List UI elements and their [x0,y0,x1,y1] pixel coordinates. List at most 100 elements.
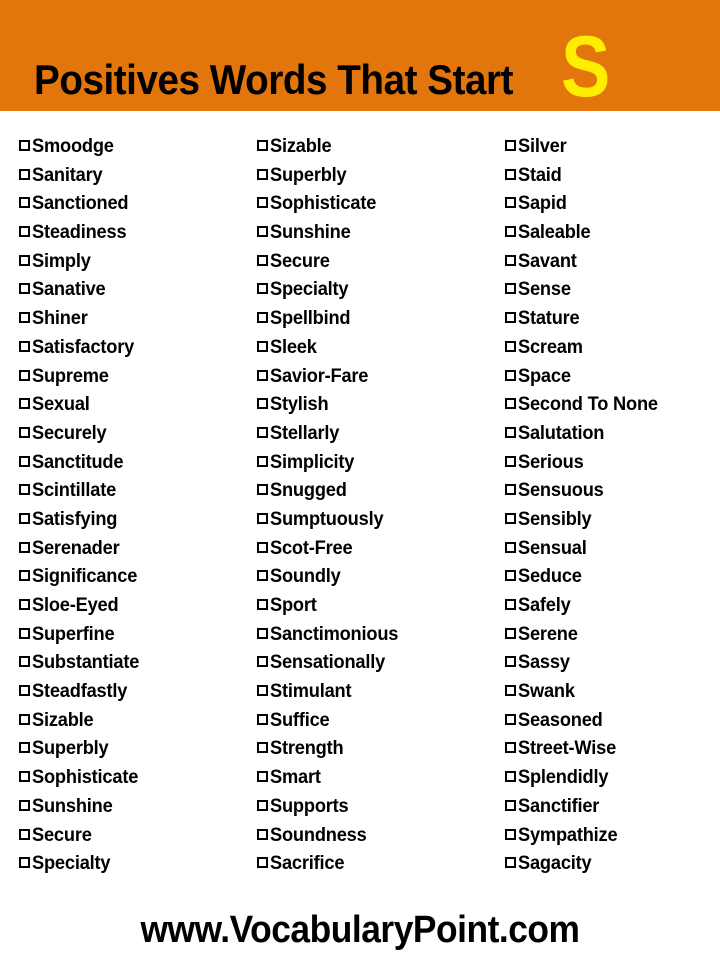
empty-checkbox-icon[interactable] [505,742,516,754]
word-list-item[interactable]: Sagacity [505,850,720,879]
empty-checkbox-icon[interactable] [257,455,268,467]
empty-checkbox-icon[interactable] [257,512,268,524]
word-list-item[interactable]: Sensationally [257,649,495,678]
empty-checkbox-icon[interactable] [505,398,516,410]
empty-checkbox-icon[interactable] [19,771,30,783]
empty-checkbox-icon[interactable] [19,140,30,151]
empty-checkbox-icon[interactable] [257,197,268,209]
word-list-item[interactable]: Splendidly [505,764,720,793]
empty-checkbox-icon[interactable] [19,455,30,467]
word-list-item[interactable]: Serious [505,449,720,478]
empty-checkbox-icon[interactable] [505,512,516,524]
empty-checkbox-icon[interactable] [19,254,30,266]
empty-checkbox-icon[interactable] [257,484,268,496]
empty-checkbox-icon[interactable] [19,168,30,180]
empty-checkbox-icon[interactable] [505,541,516,553]
word-list-item[interactable]: Smart [257,764,495,793]
empty-checkbox-icon[interactable] [19,799,30,811]
empty-checkbox-icon[interactable] [19,599,30,610]
empty-checkbox-icon[interactable] [257,857,268,869]
word-list-item[interactable]: Stature [505,305,720,334]
word-list-item[interactable]: Sensibly [505,506,720,535]
word-list-item[interactable]: Shiner [19,305,250,334]
empty-checkbox-icon[interactable] [257,541,268,553]
word-list-item[interactable]: Steadfastly [19,678,250,707]
empty-checkbox-icon[interactable] [505,455,516,467]
empty-checkbox-icon[interactable] [19,512,30,524]
empty-checkbox-icon[interactable] [257,398,268,410]
word-list-item[interactable]: Sanitary [19,162,250,191]
empty-checkbox-icon[interactable] [19,857,30,869]
empty-checkbox-icon[interactable] [257,312,268,324]
empty-checkbox-icon[interactable] [505,713,516,725]
word-list-item[interactable]: Soundly [257,563,495,592]
empty-checkbox-icon[interactable] [257,340,268,352]
word-list-item[interactable]: Street-Wise [505,735,720,764]
empty-checkbox-icon[interactable] [19,742,30,754]
word-list-item[interactable]: Salutation [505,420,720,449]
word-list-item[interactable]: Space [505,363,720,392]
empty-checkbox-icon[interactable] [19,312,30,324]
word-list-item[interactable]: Sunshine [19,793,250,822]
word-list-item[interactable]: Seasoned [505,707,720,736]
empty-checkbox-icon[interactable] [505,627,516,639]
empty-checkbox-icon[interactable] [257,599,268,610]
word-list-item[interactable]: Safely [505,592,720,621]
word-list-item[interactable]: Sapid [505,190,720,219]
word-list-item[interactable]: Savant [505,248,720,277]
empty-checkbox-icon[interactable] [19,197,30,209]
word-list-item[interactable]: Superbly [19,735,250,764]
word-list-item[interactable]: Secure [19,822,250,851]
word-list-item[interactable]: Sleek [257,334,495,363]
word-list-item[interactable]: Steadiness [19,219,250,248]
empty-checkbox-icon[interactable] [257,168,268,180]
empty-checkbox-icon[interactable] [257,685,268,697]
word-list-item[interactable]: Sloe-Eyed [19,592,250,621]
empty-checkbox-icon[interactable] [505,857,516,869]
empty-checkbox-icon[interactable] [505,828,516,840]
word-list-item[interactable]: Sacrifice [257,850,495,879]
empty-checkbox-icon[interactable] [19,426,30,438]
word-list-item[interactable]: Scream [505,334,720,363]
word-list-item[interactable]: Securely [19,420,250,449]
empty-checkbox-icon[interactable] [505,140,516,151]
empty-checkbox-icon[interactable] [257,226,268,238]
word-list-item[interactable]: Superbly [257,162,495,191]
empty-checkbox-icon[interactable] [257,369,268,381]
word-list-item[interactable]: Sophisticate [257,190,495,219]
word-list-item[interactable]: Simplicity [257,449,495,478]
empty-checkbox-icon[interactable] [505,685,516,697]
empty-checkbox-icon[interactable] [257,627,268,639]
word-list-item[interactable]: Substantiate [19,649,250,678]
word-list-item[interactable]: Snugged [257,477,495,506]
empty-checkbox-icon[interactable] [257,570,268,582]
empty-checkbox-icon[interactable] [505,168,516,180]
empty-checkbox-icon[interactable] [505,799,516,811]
word-list-item[interactable]: Sanctifier [505,793,720,822]
word-list-item[interactable]: Saleable [505,219,720,248]
word-list-item[interactable]: Sanctioned [19,190,250,219]
word-list-item[interactable]: Sense [505,276,720,305]
empty-checkbox-icon[interactable] [505,197,516,209]
word-list-item[interactable]: Second To None [505,391,720,420]
word-list-item[interactable]: Superfine [19,621,250,650]
empty-checkbox-icon[interactable] [505,226,516,238]
empty-checkbox-icon[interactable] [257,254,268,266]
word-list-item[interactable]: Silver [505,133,720,162]
empty-checkbox-icon[interactable] [505,771,516,783]
empty-checkbox-icon[interactable] [257,283,268,295]
word-list-item[interactable]: Serene [505,621,720,650]
word-list-item[interactable]: Supports [257,793,495,822]
empty-checkbox-icon[interactable] [19,570,30,582]
empty-checkbox-icon[interactable] [257,713,268,725]
word-list-item[interactable]: Seduce [505,563,720,592]
word-list-item[interactable]: Suffice [257,707,495,736]
empty-checkbox-icon[interactable] [19,656,30,668]
word-list-item[interactable]: Strength [257,735,495,764]
empty-checkbox-icon[interactable] [257,656,268,668]
word-list-item[interactable]: Sanctimonious [257,621,495,650]
word-list-item[interactable]: Satisfactory [19,334,250,363]
word-list-item[interactable]: Smoodge [19,133,250,162]
word-list-item[interactable]: Staid [505,162,720,191]
word-list-item[interactable]: Sanative [19,276,250,305]
